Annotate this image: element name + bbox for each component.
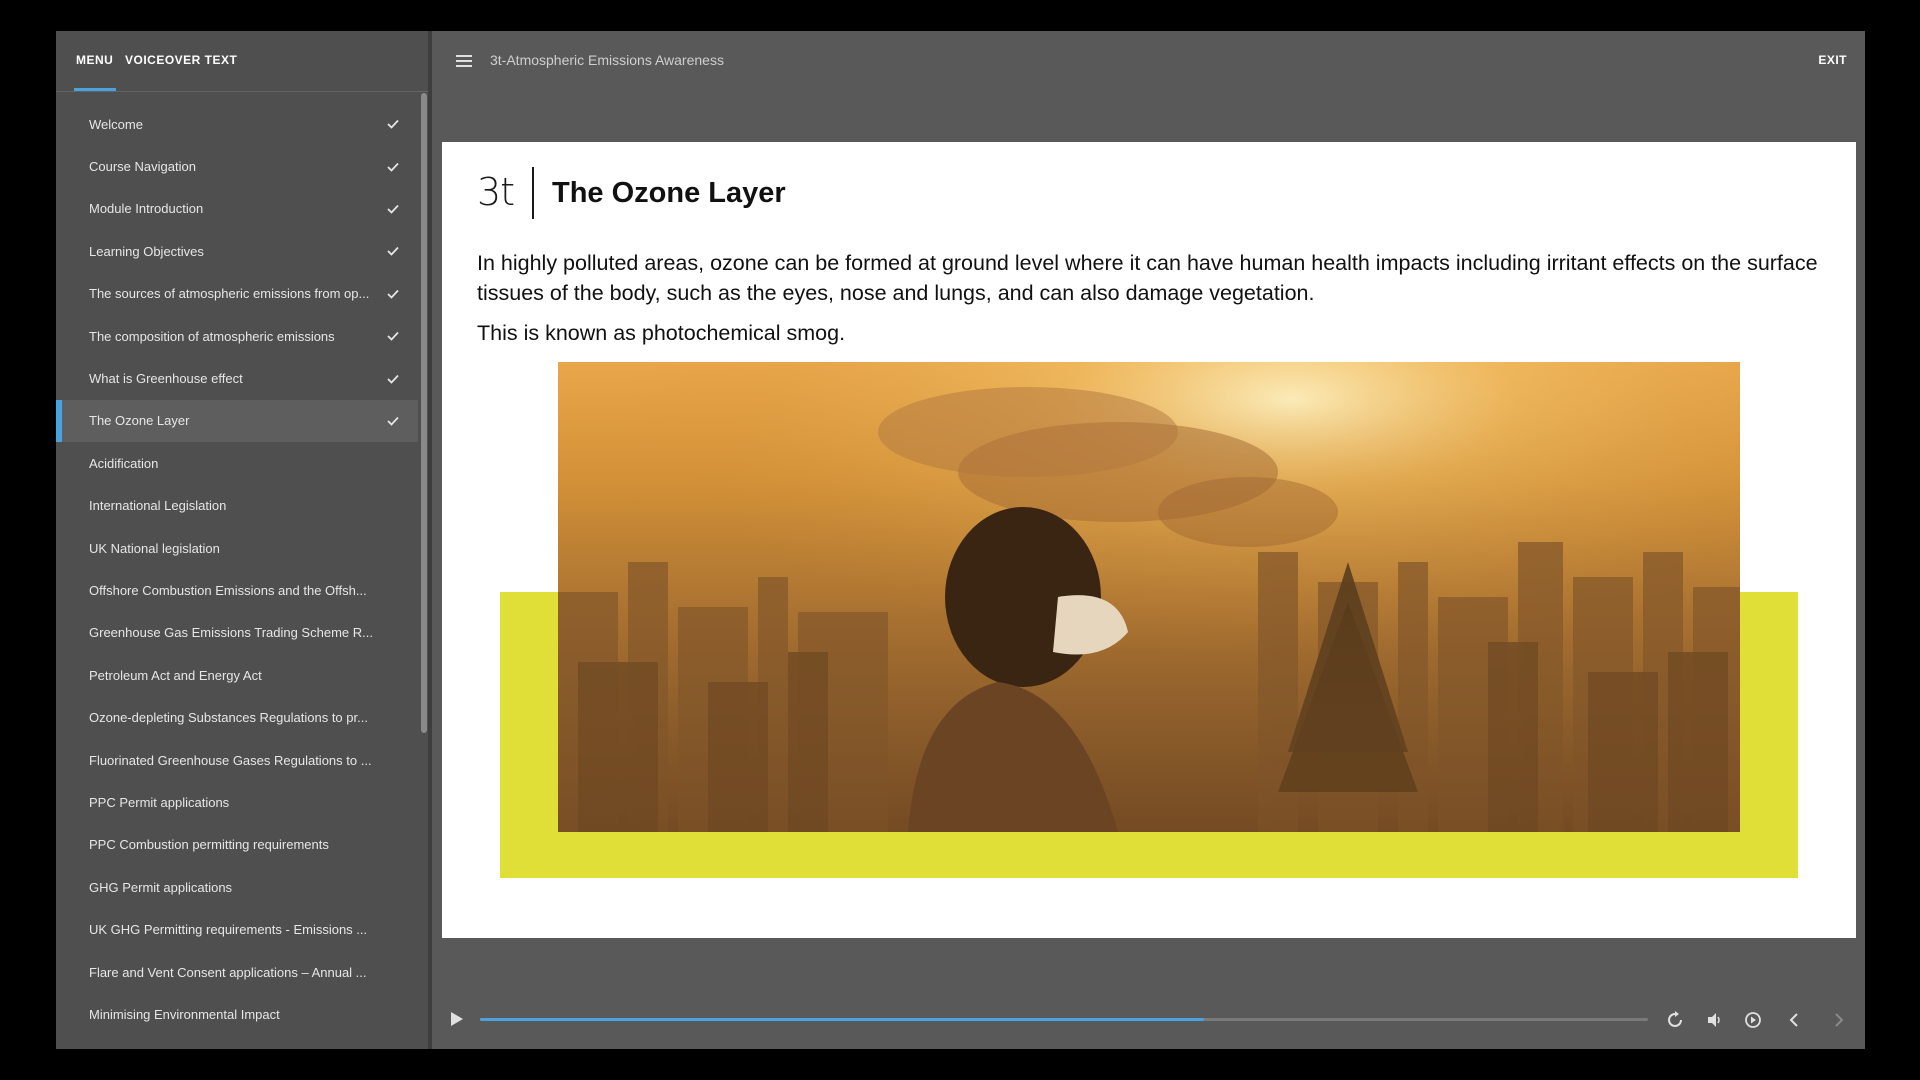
sidebar-item[interactable]: Learning Objectives [56,230,418,272]
sidebar-item-label: Ozone-depleting Substances Regulations t… [89,710,368,726]
sidebar-item[interactable]: Flare and Vent Consent applications – An… [56,951,418,993]
sidebar-item-label: Learning Objectives [89,243,204,259]
sidebar-item[interactable]: Ozone-depleting Substances Regulations t… [56,696,418,738]
sidebar-item[interactable]: Course Navigation [56,145,418,187]
sidebar-item-label: Greenhouse Gas Emissions Trading Scheme … [89,625,373,641]
checkmark-icon [387,289,399,299]
checkmark-icon [387,204,399,214]
slide-paragraph-1: In highly polluted areas, ozone can be f… [477,251,1818,305]
sidebar-item-label: Offshore Combustion Emissions and the Of… [89,582,367,598]
sidebar-item-label: UK GHG Permitting requirements - Emissio… [89,922,368,938]
active-tab-indicator [74,88,116,91]
play-icon[interactable] [449,1011,465,1027]
sidebar-item-label: Course Navigation [89,159,196,175]
sidebar-item[interactable]: The sources of atmospheric emissions fro… [56,273,418,315]
sidebar-item[interactable]: Module Introduction [56,188,418,230]
checkmark-icon [387,416,399,426]
sidebar-item-label: Minimising Environmental Impact [89,1006,280,1022]
progress-fill [480,1018,1205,1021]
sidebar-item-label: The sources of atmospheric emissions fro… [89,286,370,302]
sidebar-item-label: Fluorinated Greenhouse Gases Regulations… [89,752,372,768]
sidebar: MENU VOICEOVER TEXT Welcome Course Naviga… [56,31,432,1049]
sidebar-item-label: Welcome [89,116,143,132]
course-player-window: MENU VOICEOVER TEXT Welcome Course Naviga… [56,31,1865,1049]
sidebar-item-label: What is Greenhouse effect [89,371,243,387]
sidebar-item-label: International Legislation [89,498,227,514]
top-bar: 3t-Atmospheric Emissions Awareness EXIT [432,31,1865,91]
checkmark-icon [387,247,399,257]
sidebar-item-label: Flare and Vent Consent applications – An… [89,964,367,980]
sidebar-header: MENU VOICEOVER TEXT [56,31,428,92]
slide-paragraph-2: This is known as photochemical smog. [477,321,846,345]
sidebar-item-label: UK National legislation [89,540,220,556]
slide-title: The Ozone Layer [552,177,786,209]
checkmark-icon [387,162,399,172]
progress-bar[interactable] [480,1018,1648,1021]
logo-divider [532,167,534,219]
previous-slide-icon[interactable] [1785,1011,1803,1029]
sidebar-item[interactable]: UK GHG Permitting requirements - Emissio… [56,908,418,950]
tab-menu[interactable]: MENU [76,53,113,67]
sidebar-item-label: Module Introduction [89,201,204,217]
sidebar-item[interactable]: Petroleum Act and Energy Act [56,654,418,696]
sidebar-item[interactable]: Greenhouse Gas Emissions Trading Scheme … [56,612,418,654]
tab-voiceover-text[interactable]: VOICEOVER TEXT [125,53,237,67]
player-controls [432,991,1865,1049]
sidebar-item[interactable]: Welcome [56,103,418,145]
hamburger-menu-icon[interactable] [456,54,472,68]
next-slide-icon[interactable] [1830,1011,1848,1029]
exit-button[interactable]: EXIT [1818,53,1847,67]
checkmark-icon [387,120,399,129]
sidebar-item-label: GHG Permit applications [89,879,233,895]
menu-list: Welcome Course Navigation Module Introduct… [56,103,418,1036]
volume-icon[interactable] [1706,1011,1724,1029]
sidebar-item[interactable]: What is Greenhouse effect [56,357,418,399]
sidebar-item-label: Acidification [89,455,159,471]
sidebar-item[interactable]: Minimising Environmental Impact [56,993,418,1035]
sidebar-item[interactable]: PPC Combustion permitting requirements [56,824,418,866]
sidebar-item[interactable]: Fluorinated Greenhouse Gases Regulations… [56,739,418,781]
sidebar-item[interactable]: Acidification [56,442,418,484]
smog-city-photo [558,362,1740,832]
sidebar-item-label: PPC Permit applications [89,794,230,810]
sidebar-scrollbar-thumb[interactable] [421,93,427,733]
sidebar-item[interactable]: GHG Permit applications [56,866,418,908]
sidebar-item[interactable]: Offshore Combustion Emissions and the Of… [56,569,418,611]
replay-icon[interactable] [1666,1011,1684,1029]
checkmark-icon [387,332,399,341]
checkmark-icon [387,374,399,384]
sidebar-item-label: PPC Combustion permitting requirements [89,837,329,853]
slide-content: 3t The Ozone Layer In highly polluted ar… [442,142,1856,938]
smog-city-illustration [558,362,1740,832]
sidebar-item[interactable]: International Legislation [56,485,418,527]
playback-speed-icon[interactable] [1744,1011,1762,1029]
sidebar-item[interactable]: PPC Permit applications [56,781,418,823]
sidebar-item-label: The Ozone Layer [89,413,190,429]
sidebar-item[interactable]: UK National legislation [56,527,418,569]
sidebar-item[interactable]: The Ozone Layer [56,399,418,443]
sidebar-item-label: The composition of atmospheric emissions [89,328,335,344]
course-title: 3t-Atmospheric Emissions Awareness [490,52,724,68]
sidebar-item[interactable]: The composition of atmospheric emissions [56,315,418,357]
sidebar-item-label: Petroleum Act and Energy Act [89,667,262,683]
brand-logo: 3t [477,170,515,214]
